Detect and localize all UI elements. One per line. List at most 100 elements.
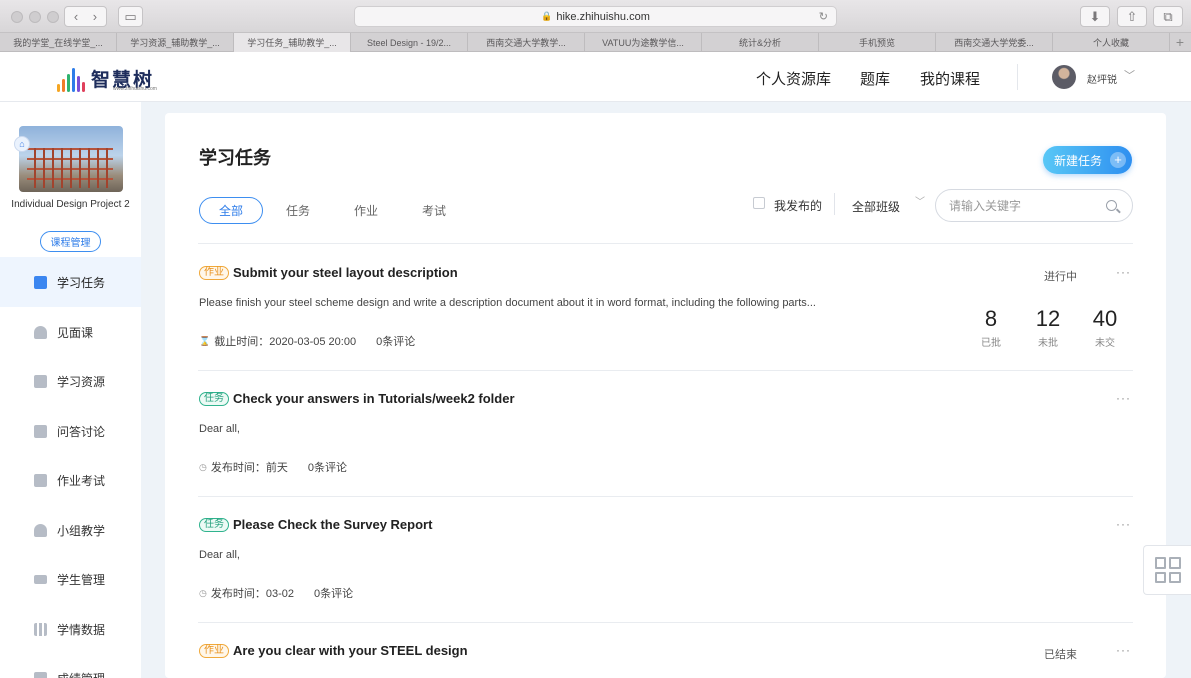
sidebar-item-discussion[interactable]: 问答讨论 bbox=[0, 406, 141, 456]
comment-count[interactable]: 0条评论 bbox=[376, 333, 415, 349]
class-select[interactable]: 全部班级 bbox=[852, 198, 900, 215]
browser-titlebar: ‹ › ▭ 🔒 hike.zhihuishu.com ↻ ⬇ ⇧ ⧉ bbox=[0, 0, 1191, 33]
filter-tab-exam[interactable]: 考试 bbox=[411, 197, 457, 224]
browser-tab[interactable]: 个人收藏 bbox=[1053, 33, 1170, 52]
logo-url: www.zhihuishu.com bbox=[113, 86, 157, 92]
task-title[interactable]: Submit your steel layout description bbox=[233, 265, 458, 280]
avatar[interactable] bbox=[1052, 65, 1076, 89]
more-icon[interactable]: ··· bbox=[1116, 265, 1131, 279]
task-description: Dear all, bbox=[199, 549, 240, 561]
stat-unsubmitted[interactable]: 40 未交 bbox=[1082, 306, 1128, 350]
nav-my-courses[interactable]: 我的课程 bbox=[920, 68, 980, 89]
site-header: 智慧树 www.zhihuishu.com 个人资源库 题库 我的课程 赵坪锐 … bbox=[0, 52, 1191, 102]
browser-tab[interactable]: 西南交通大学教学... bbox=[468, 33, 585, 52]
course-cover-image[interactable] bbox=[19, 126, 123, 192]
nav-question-bank[interactable]: 题库 bbox=[860, 68, 890, 89]
tabs-overview-button[interactable]: ⧉ bbox=[1153, 6, 1183, 27]
more-icon[interactable]: ··· bbox=[1116, 391, 1131, 405]
sidebar-item-learning-tasks[interactable]: 学习任务 bbox=[0, 257, 141, 307]
share-button[interactable]: ⇧ bbox=[1117, 6, 1147, 27]
sidebar-item-homework-exams[interactable]: 作业考试 bbox=[0, 455, 141, 505]
group-icon bbox=[34, 523, 47, 537]
sidebar-item-group-teaching[interactable]: 小组教学 bbox=[0, 505, 141, 555]
new-tab-button[interactable]: + bbox=[1170, 33, 1190, 51]
stat-graded[interactable]: 8 已批 bbox=[968, 307, 1014, 350]
qr-code-button[interactable] bbox=[1143, 545, 1191, 595]
tabs-icon: ⧉ bbox=[1163, 8, 1173, 24]
comment-count[interactable]: 0条评论 bbox=[314, 585, 353, 601]
grade-icon bbox=[34, 671, 47, 678]
stat-ungraded[interactable]: 12 未批 bbox=[1025, 306, 1071, 350]
search-icon[interactable] bbox=[1106, 200, 1117, 211]
status-badge: 进行中 bbox=[1044, 271, 1077, 283]
task-icon bbox=[34, 275, 47, 289]
minimize-window-button[interactable] bbox=[29, 11, 41, 23]
clock-icon: ◷ bbox=[199, 461, 207, 472]
search-input[interactable] bbox=[949, 198, 1099, 213]
sidebar-item-label: 见面课 bbox=[57, 325, 94, 340]
browser-tab[interactable]: 学习资源_辅助教学_... bbox=[117, 33, 234, 52]
nav-resource-library[interactable]: 个人资源库 bbox=[756, 68, 831, 89]
comment-count[interactable]: 0条评论 bbox=[308, 459, 347, 475]
new-task-button[interactable]: 新建任务 + bbox=[1043, 146, 1132, 174]
more-icon[interactable]: ··· bbox=[1116, 643, 1131, 657]
home-icon[interactable]: ⌂ bbox=[14, 136, 30, 152]
browser-tab[interactable]: 我的学堂_在线学堂_... bbox=[0, 33, 117, 52]
course-management-button[interactable]: 课程管理 bbox=[40, 231, 101, 252]
task-title[interactable]: Please Check the Survey Report bbox=[233, 517, 432, 532]
share-icon: ⇧ bbox=[1126, 8, 1138, 24]
filter-tab-all[interactable]: 全部 bbox=[199, 197, 263, 224]
task-item[interactable]: 作业 Are you clear with your STEEL design … bbox=[198, 622, 1133, 678]
browser-tab[interactable]: 手机预览 bbox=[819, 33, 936, 52]
book-icon bbox=[34, 473, 47, 487]
sidebar-item-student-management[interactable]: 学生管理 bbox=[0, 554, 141, 604]
forward-icon[interactable]: › bbox=[93, 9, 97, 24]
task-item[interactable]: 作业 Submit your steel layout description … bbox=[198, 244, 1133, 370]
download-button[interactable]: ⬇ bbox=[1080, 6, 1110, 27]
my-published-checkbox[interactable] bbox=[753, 197, 765, 209]
browser-tab[interactable]: 西南交通大学党委... bbox=[936, 33, 1053, 52]
chevron-down-icon[interactable]: ﹀ bbox=[1124, 67, 1135, 83]
task-title[interactable]: Check your answers in Tutorials/week2 fo… bbox=[233, 391, 515, 406]
task-description: Dear all, bbox=[199, 423, 240, 435]
publish-time-text: 发布时间：03-02 bbox=[210, 588, 294, 600]
browser-tab[interactable]: Steel Design - 19/2... bbox=[351, 33, 468, 52]
back-icon[interactable]: ‹ bbox=[74, 9, 78, 24]
sidebar-item-label: 作业考试 bbox=[57, 473, 106, 488]
filter-tab-homework[interactable]: 作业 bbox=[343, 197, 389, 224]
header-divider bbox=[1017, 64, 1018, 90]
chevron-down-icon[interactable]: ﹀ bbox=[915, 193, 925, 208]
task-title[interactable]: Are you clear with your STEEL design bbox=[233, 643, 468, 658]
task-item[interactable]: 任务 Please Check the Survey Report Dear a… bbox=[198, 496, 1133, 622]
sidebar-item-label: 学习任务 bbox=[57, 275, 106, 290]
maximize-window-button[interactable] bbox=[47, 11, 59, 23]
url-text: hike.zhihuishu.com bbox=[556, 10, 650, 23]
filter-tab-task[interactable]: 任务 bbox=[275, 197, 321, 224]
search-box[interactable] bbox=[935, 189, 1133, 222]
task-item[interactable]: 任务 Check your answers in Tutorials/week2… bbox=[198, 370, 1133, 496]
download-icon: ⬇ bbox=[1089, 8, 1101, 24]
user-name[interactable]: 赵坪锐 bbox=[1087, 71, 1117, 86]
sidebar-item-learning-data[interactable]: 学情数据 bbox=[0, 604, 141, 654]
filter-divider bbox=[834, 193, 835, 215]
browser-tab-active[interactable]: 学习任务_辅助教学_... bbox=[234, 33, 351, 52]
my-published-label[interactable]: 我发布的 bbox=[774, 197, 822, 214]
task-meta: ⌛ 截止时间：2020-03-05 20:00 0条评论 bbox=[199, 333, 415, 349]
sidebar-toggle-button[interactable]: ▭ bbox=[118, 6, 143, 27]
sidebar-item-grade-management[interactable]: 成绩管理 bbox=[0, 653, 141, 678]
clock-icon: ◷ bbox=[199, 587, 207, 598]
reload-icon[interactable]: ↻ bbox=[819, 10, 828, 23]
more-icon[interactable]: ··· bbox=[1116, 517, 1131, 531]
browser-tab[interactable]: 统计&分析 bbox=[702, 33, 819, 52]
building-image bbox=[27, 148, 113, 188]
address-bar[interactable]: 🔒 hike.zhihuishu.com ↻ bbox=[354, 6, 837, 27]
close-window-button[interactable] bbox=[11, 11, 23, 23]
browser-tab[interactable]: VATUU为途教学信... bbox=[585, 33, 702, 52]
sidebar-item-resources[interactable]: 学习资源 bbox=[0, 356, 141, 406]
logo[interactable]: 智慧树 www.zhihuishu.com bbox=[57, 62, 157, 92]
stat-number: 40 bbox=[1092, 306, 1118, 331]
back-forward-buttons[interactable]: ‹ › bbox=[64, 6, 107, 27]
stat-number: 12 bbox=[1035, 306, 1061, 331]
sidebar-item-meeting-class[interactable]: 见面课 bbox=[0, 307, 141, 357]
sidebar-item-label: 小组教学 bbox=[57, 523, 106, 538]
